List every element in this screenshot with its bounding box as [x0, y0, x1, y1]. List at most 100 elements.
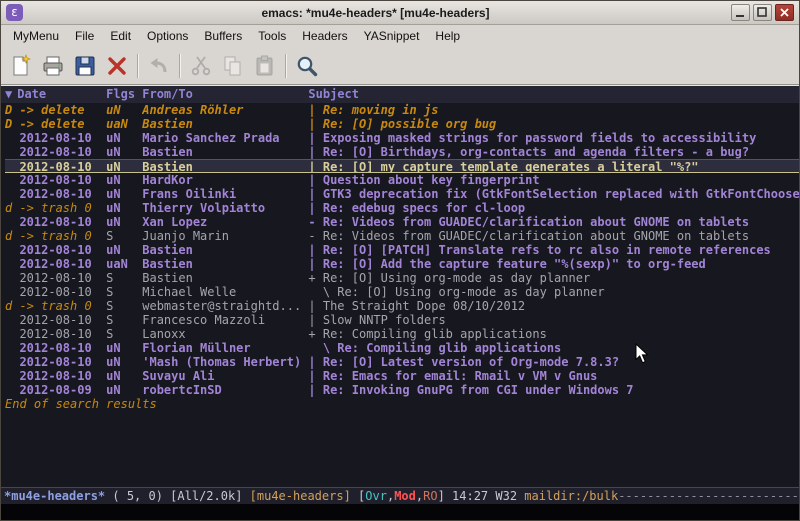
message-row[interactable]: 2012-08-10 uN Xan Lopez - Re: Videos fro… [5, 215, 799, 229]
message-row[interactable]: 2012-08-10 S Francesco Mazzoli | Slow NN… [5, 313, 799, 327]
minimize-button[interactable] [731, 4, 750, 21]
menu-item-edit[interactable]: Edit [102, 26, 139, 46]
message-list: D -> delete uN Andreas Röhler | Re: movi… [1, 103, 799, 397]
menu-item-mymenu[interactable]: MyMenu [5, 26, 67, 46]
message-from: Andreas Röhler [142, 103, 308, 117]
message-flags: S [106, 285, 142, 299]
close-buffer-icon [105, 54, 129, 78]
message-row[interactable]: 2012-08-09 uN robertcInSD | Re: Invoking… [5, 383, 799, 397]
message-date: 2012-08-09 [5, 383, 106, 397]
toolbar-separator [285, 54, 287, 78]
menu-item-help[interactable]: Help [427, 26, 468, 46]
message-row[interactable]: D -> delete uaN Bastien | Re: [O] possib… [5, 117, 799, 131]
message-subject: | Re: [O] possible org bug [308, 117, 799, 131]
message-flags: uN [106, 355, 142, 369]
maximize-button[interactable] [753, 4, 772, 21]
cut-button[interactable] [185, 50, 217, 82]
toolbar [1, 47, 799, 85]
modeline-segment: [ [351, 489, 365, 503]
column-header-from[interactable]: From/To [142, 86, 308, 103]
modeline-segment: [mu4e-headers] [250, 489, 351, 503]
close-button[interactable] [775, 4, 794, 21]
message-subject: | Re: [O] Add the capture feature "%(sex… [308, 257, 799, 271]
new-file-button[interactable] [5, 50, 37, 82]
menu-bar: MyMenuFileEditOptionsBuffersToolsHeaders… [1, 25, 799, 47]
message-row[interactable]: 2012-08-10 S Michael Welle \ Re: [O] Usi… [5, 285, 799, 299]
message-from: webmaster@straightd... [142, 299, 308, 313]
message-row[interactable]: 2012-08-10 uN Bastien | Re: [O] [PATCH] … [5, 243, 799, 257]
message-row[interactable]: D -> delete uN Andreas Röhler | Re: movi… [5, 103, 799, 117]
message-flags: S [106, 271, 142, 285]
title-bar[interactable]: ε emacs: *mu4e-headers* [mu4e-headers] [1, 1, 799, 25]
message-from: Lanoxx [142, 327, 308, 341]
message-from: Frans Oilinki [142, 187, 308, 201]
message-date: 2012-08-10 [5, 145, 106, 159]
message-row[interactable]: d -> trash 0 uN Thierry Volpiatto | Re: … [5, 201, 799, 215]
save-icon [73, 54, 97, 78]
message-from: robertcInSD [142, 383, 308, 397]
menu-item-yasnippet[interactable]: YASnippet [356, 26, 428, 46]
message-subject: | Re: [O] Birthdays, org-contacts and ag… [308, 145, 799, 159]
message-from: Bastien [142, 271, 308, 285]
message-row[interactable]: 2012-08-10 uN Florian Müllner \ Re: Comp… [5, 341, 799, 355]
message-row[interactable]: 2012-08-10 S Lanoxx + Re: Compiling glib… [5, 327, 799, 341]
save-button[interactable] [69, 50, 101, 82]
message-date: 2012-08-10 [5, 215, 106, 229]
modeline-segment: ----------------------------------------… [618, 489, 799, 503]
message-from: Michael Welle [142, 285, 308, 299]
menu-item-options[interactable]: Options [139, 26, 196, 46]
column-header-date[interactable]: ▼Date [5, 86, 106, 103]
message-subject: | Re: Emacs for email: Rmail v VM v Gnus [308, 369, 799, 383]
message-flags: uN [106, 215, 142, 229]
message-subject: | Re: Invoking GnuPG from CGI under Wind… [308, 383, 799, 397]
message-row[interactable]: d -> trash 0 S Juanjo Marin - Re: Videos… [5, 229, 799, 243]
close-buffer-button[interactable] [101, 50, 133, 82]
undo-button[interactable] [143, 50, 175, 82]
message-row[interactable]: 2012-08-10 uN 'Mash (Thomas Herbert) | R… [5, 355, 799, 369]
column-header-flags[interactable]: Flgs [106, 86, 142, 103]
message-flags: uN [106, 243, 142, 257]
menu-item-headers[interactable]: Headers [294, 26, 355, 46]
message-row[interactable]: 2012-08-10 uN Frans Oilinki | GTK3 depre… [5, 187, 799, 201]
message-row[interactable]: d -> trash 0 S webmaster@straightd... | … [5, 299, 799, 313]
message-from: Bastien [142, 257, 308, 271]
message-row[interactable]: 2012-08-10 uaN Bastien | Re: [O] Add the… [5, 257, 799, 271]
print-button[interactable] [37, 50, 69, 82]
message-from: Bastien [142, 243, 308, 257]
maximize-icon [757, 7, 768, 18]
message-flags: uN [106, 369, 142, 383]
modeline-segment: Mod [394, 489, 416, 503]
message-from: Bastien [142, 145, 308, 159]
minibuffer[interactable] [1, 504, 799, 520]
emacs-window: ε emacs: *mu4e-headers* [mu4e-headers] M… [0, 0, 800, 521]
message-subject: - Re: Videos from GUADEC/clarification a… [308, 215, 799, 229]
message-row[interactable]: 2012-08-10 uN Bastien | Re: [O] my captu… [5, 159, 799, 173]
message-row[interactable]: 2012-08-10 uN HardKor | Question about k… [5, 173, 799, 187]
message-subject: | Question about key fingerprint [308, 173, 799, 187]
message-date: 2012-08-10 [5, 131, 106, 145]
message-row[interactable]: 2012-08-10 S Bastien + Re: [O] Using org… [5, 271, 799, 285]
message-subject: \ Re: [O] Using org-mode as day planner [308, 285, 799, 299]
copy-icon [221, 54, 245, 78]
copy-button[interactable] [217, 50, 249, 82]
menu-item-buffers[interactable]: Buffers [196, 26, 250, 46]
message-row[interactable]: 2012-08-10 uN Suvayu Ali | Re: Emacs for… [5, 369, 799, 383]
message-flags: uN [106, 173, 142, 187]
search-button[interactable] [291, 50, 323, 82]
menu-item-tools[interactable]: Tools [250, 26, 294, 46]
message-flags: uN [106, 160, 142, 172]
paste-button[interactable] [249, 50, 281, 82]
window-controls [728, 4, 794, 21]
message-date: 2012-08-10 [5, 271, 106, 285]
message-subject: + Re: [O] Using org-mode as day planner [308, 271, 799, 285]
message-from: Florian Müllner [142, 341, 308, 355]
message-row[interactable]: 2012-08-10 uN Mario Sanchez Prada | Expo… [5, 131, 799, 145]
column-header-subject[interactable]: Subject [308, 86, 799, 103]
message-date: D -> delete [5, 117, 106, 131]
message-row[interactable]: 2012-08-10 uN Bastien | Re: [O] Birthday… [5, 145, 799, 159]
undo-icon [147, 54, 171, 78]
message-subject: | Re: [O] my capture template generates … [308, 160, 799, 172]
message-from: Suvayu Ali [142, 369, 308, 383]
message-date: 2012-08-10 [5, 173, 106, 187]
menu-item-file[interactable]: File [67, 26, 102, 46]
